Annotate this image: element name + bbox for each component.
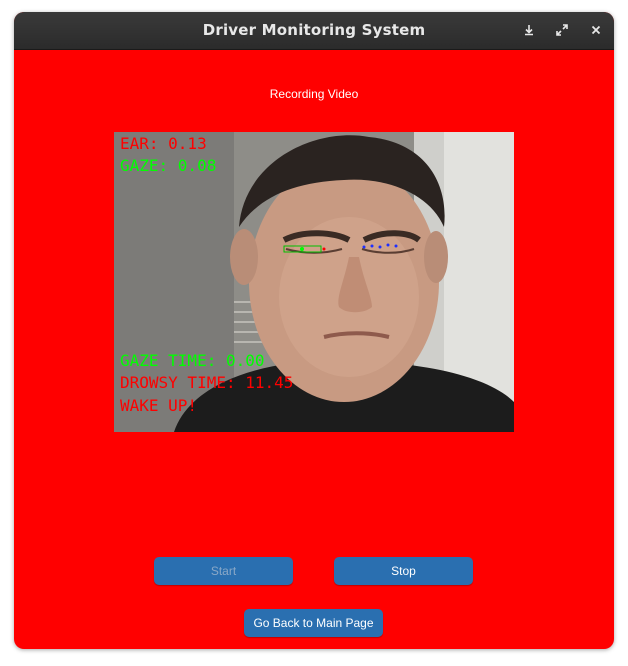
app-window: Driver Monitoring System Recording Video xyxy=(14,12,614,649)
gaze-time-readout: GAZE TIME: 0.00 xyxy=(120,351,265,370)
video-feed: EAR: 0.13 GAZE: 0.08 GAZE TIME: 0.00 DRO… xyxy=(114,132,514,432)
start-button[interactable]: Start xyxy=(154,557,293,585)
gaze-readout: GAZE: 0.08 xyxy=(120,156,217,175)
page-heading: Recording Video xyxy=(269,87,359,101)
back-to-main-button[interactable]: Go Back to Main Page xyxy=(244,609,383,637)
maximize-icon[interactable] xyxy=(553,21,571,39)
download-icon[interactable] xyxy=(520,21,538,39)
wake-up-alert: WAKE UP! xyxy=(120,396,198,415)
main-content: Recording Video EAR: 0.13 GAZE: 0.08 GAZ… xyxy=(14,49,614,649)
title-bar: Driver Monitoring System xyxy=(14,12,614,50)
stop-button[interactable]: Stop xyxy=(334,557,473,585)
drowsy-time-readout: DROWSY TIME: 11.45 xyxy=(120,373,294,392)
close-icon[interactable] xyxy=(587,21,605,39)
ear-readout: EAR: 0.13 xyxy=(120,134,207,153)
